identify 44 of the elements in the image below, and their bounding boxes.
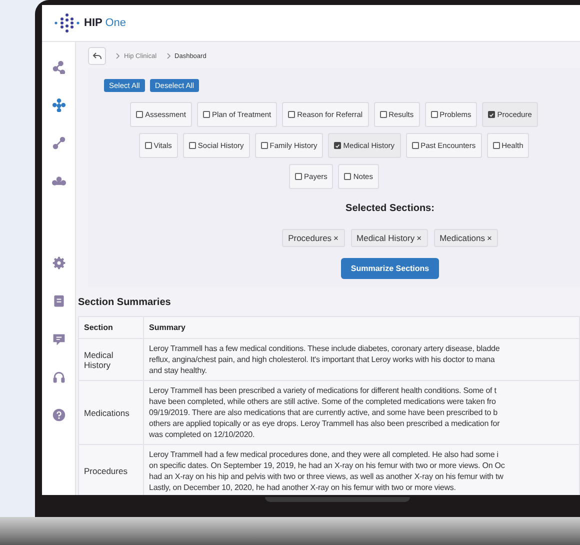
chevron-icon	[116, 53, 120, 59]
checkbox[interactable]	[488, 111, 496, 118]
selected-sections-title: Selected Sections:	[344, 203, 436, 214]
back-arrow-icon	[92, 51, 102, 61]
checkbox[interactable]	[492, 142, 500, 149]
app-brand: HIP One	[84, 17, 126, 29]
table-cell: Medications	[78, 380, 144, 444]
checkbox[interactable]	[334, 142, 342, 149]
checkbox[interactable]	[344, 173, 352, 180]
nodes-icon[interactable]	[52, 98, 66, 112]
checkbox[interactable]	[430, 111, 438, 118]
tag-label: Procedures	[288, 233, 332, 243]
checkbox[interactable]	[288, 111, 296, 118]
checkbox[interactable]	[260, 142, 268, 149]
headset-icon[interactable]	[52, 370, 66, 384]
table-cell: Leroy Trammell has a few medical conditions. These include diabetes, coronary artery disease, bladde reflux, angina/chest pain, and high cholesterol. It's important that Leroy works with his doctor to mana and stay healthy.	[144, 338, 580, 380]
dots-icon[interactable]	[52, 174, 66, 188]
checkbox[interactable]	[202, 111, 210, 118]
help-icon[interactable]	[52, 408, 66, 422]
summarize-button[interactable]: Summarize Sections	[340, 258, 440, 279]
table-cell: Medical History	[78, 338, 144, 380]
logo-icon	[54, 13, 80, 33]
checkbox[interactable]	[188, 142, 196, 149]
column-header: Summary	[144, 316, 580, 338]
tag-label: Medications	[440, 233, 485, 243]
checkbox[interactable]	[412, 142, 419, 149]
section-summaries-title: Section Summaries	[78, 297, 172, 308]
tag-label: Medical History	[356, 233, 415, 243]
table-cell: Leroy Trammell has been prescribed a variety of medications for different health conditions. Some of t have been completed, while others are still active. Some of the completed medications were taken fro 09/19/2019. There are also medications that are currently active, and some have been prescribed to b others are applied topically or as eye drops. Leroy Trammell has also been prescribed a medication for was completed on 12/10/2020.	[144, 380, 580, 444]
chat-icon[interactable]	[52, 332, 66, 346]
checkbox[interactable]	[136, 111, 144, 118]
link-icon[interactable]	[52, 136, 66, 150]
document-icon[interactable]	[52, 294, 66, 308]
checkbox[interactable]	[144, 142, 152, 149]
share-icon[interactable]	[52, 60, 66, 74]
remove-button[interactable]: ×	[486, 233, 492, 243]
checkbox[interactable]	[380, 111, 387, 118]
remove-button[interactable]: ×	[334, 233, 339, 243]
back-button[interactable]	[88, 47, 106, 65]
column-header: Section	[78, 316, 144, 338]
settings-icon[interactable]	[52, 256, 66, 270]
chevron-icon	[166, 53, 171, 59]
remove-button[interactable]: ×	[416, 233, 422, 243]
checkbox[interactable]	[295, 173, 302, 180]
